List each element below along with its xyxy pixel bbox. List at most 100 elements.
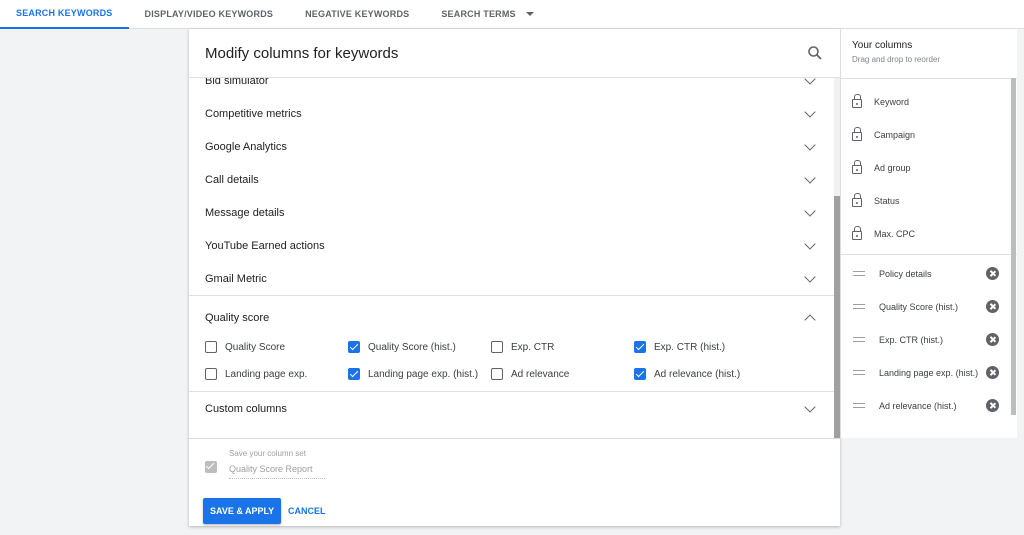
checkbox[interactable] <box>491 368 503 380</box>
remove-icon[interactable] <box>986 300 999 313</box>
search-icon[interactable] <box>806 44 824 62</box>
column-set-name-input[interactable]: Quality Score Report <box>229 464 325 479</box>
your-columns-scrollbar[interactable] <box>1011 78 1016 415</box>
option-quality-score[interactable]: Quality Score <box>205 340 348 354</box>
drag-handle-icon[interactable] <box>853 271 865 276</box>
chevron-down-icon <box>804 400 816 413</box>
option-exp-ctr-hist[interactable]: Exp. CTR (hist.) <box>634 340 777 354</box>
checkbox-checked[interactable] <box>634 341 646 353</box>
checkbox-checked[interactable] <box>348 368 360 380</box>
save-column-set: Save your column set Quality Score Repor… <box>205 449 325 479</box>
category-label: Custom columns <box>205 402 287 415</box>
category-bid-simulator[interactable]: Bid simulator <box>189 78 834 97</box>
option-ad-relevance-hist[interactable]: Ad relevance (hist.) <box>634 367 777 381</box>
column-label: Quality Score (hist.) <box>879 301 959 312</box>
chevron-up-icon <box>804 314 816 326</box>
column-label: Keyword <box>874 96 910 107</box>
category-message-details[interactable]: Message details <box>189 196 834 229</box>
option-label: Ad relevance (hist.) <box>654 368 741 380</box>
category-label: Bid simulator <box>205 78 269 87</box>
option-landing-page-exp-hist[interactable]: Landing page exp. (hist.) <box>348 367 491 381</box>
option-label: Exp. CTR (hist.) <box>654 341 726 353</box>
movable-columns: Policy details Quality Score (hist.) Exp… <box>841 255 1017 436</box>
option-label: Landing page exp. <box>225 368 308 380</box>
chevron-down-icon <box>804 237 816 250</box>
cancel-button[interactable]: CANCEL <box>288 498 326 524</box>
save-column-set-label: Save your column set <box>229 449 306 458</box>
category-call-details[interactable]: Call details <box>189 163 834 196</box>
chevron-down-icon <box>804 204 816 217</box>
your-columns-title: Your columns <box>852 40 913 51</box>
column-label: Status <box>874 195 900 206</box>
option-label: Ad relevance <box>511 368 570 380</box>
category-label: YouTube Earned actions <box>205 239 325 252</box>
option-label: Quality Score <box>225 341 286 353</box>
your-columns-panel: Your columns Drag and drop to reorder Ke… <box>840 29 1017 438</box>
tab-search-terms[interactable]: SEARCH TERMS <box>425 0 549 29</box>
save-apply-button[interactable]: SAVE & APPLY <box>203 498 282 524</box>
tab-negative-keywords[interactable]: NEGATIVE KEYWORDS <box>289 0 425 29</box>
category-label: Call details <box>205 173 259 186</box>
remove-icon[interactable] <box>986 366 999 379</box>
option-quality-score-hist[interactable]: Quality Score (hist.) <box>348 340 491 354</box>
remove-icon[interactable] <box>986 267 999 280</box>
lock-icon <box>852 193 862 207</box>
tab-search-keywords[interactable]: SEARCH KEYWORDS <box>0 0 129 29</box>
locked-column-ad-group: Ad group <box>841 151 1017 184</box>
category-gmail-metric[interactable]: Gmail Metric <box>189 262 834 295</box>
panel-header: Modify columns for keywords <box>189 29 840 78</box>
quality-score-options: Quality Score Quality Score (hist.) Exp.… <box>189 340 834 381</box>
drag-handle-icon[interactable] <box>853 403 865 408</box>
option-landing-page-exp[interactable]: Landing page exp. <box>205 367 348 381</box>
checkbox[interactable] <box>205 341 217 353</box>
lock-icon <box>852 160 862 174</box>
checkbox[interactable] <box>205 368 217 380</box>
checkbox[interactable] <box>491 341 503 353</box>
checkbox-checked[interactable] <box>348 341 360 353</box>
category-youtube-earned-actions[interactable]: YouTube Earned actions <box>189 229 834 262</box>
tab-label: DISPLAY/VIDEO KEYWORDS <box>144 9 274 19</box>
tab-display-video-keywords[interactable]: DISPLAY/VIDEO KEYWORDS <box>129 0 290 29</box>
save-column-set-checkbox[interactable] <box>205 461 217 473</box>
panel-footer: Save your column set Quality Score Repor… <box>189 438 840 526</box>
panel-title: Modify columns for keywords <box>205 44 399 62</box>
movable-column-policy-details[interactable]: Policy details <box>841 257 1017 290</box>
option-exp-ctr[interactable]: Exp. CTR <box>491 340 634 354</box>
locked-column-campaign: Campaign <box>841 118 1017 151</box>
drag-handle-icon[interactable] <box>853 370 865 375</box>
locked-columns: Keyword Campaign Ad group Status Max. CP… <box>841 79 1017 255</box>
category-google-analytics[interactable]: Google Analytics <box>189 130 834 163</box>
save-column-set-field: Save your column set Quality Score Repor… <box>229 449 325 479</box>
movable-column-landing-page-exp-hist[interactable]: Landing page exp. (hist.) <box>841 356 1017 389</box>
category-label: Message details <box>205 206 285 219</box>
category-competitive-metrics[interactable]: Competitive metrics <box>189 97 834 130</box>
chevron-down-icon <box>804 270 816 283</box>
category-quality-score[interactable]: Quality score <box>189 296 834 340</box>
remove-icon[interactable] <box>986 333 999 346</box>
movable-column-ad-relevance-hist[interactable]: Ad relevance (hist.) <box>841 389 1017 422</box>
drag-handle-icon[interactable] <box>853 337 865 342</box>
category-custom-columns[interactable]: Custom columns <box>189 392 834 425</box>
checkbox-checked[interactable] <box>634 368 646 380</box>
quality-score-section: Quality score Quality Score Quality Scor… <box>189 296 834 391</box>
column-label: Ad relevance (hist.) <box>879 400 957 411</box>
lock-icon <box>852 94 862 108</box>
your-columns-subtitle: Drag and drop to reorder <box>852 55 941 64</box>
tab-label: SEARCH TERMS <box>441 9 516 19</box>
lock-icon <box>852 127 862 141</box>
column-label: Campaign <box>874 129 916 140</box>
locked-column-status: Status <box>841 184 1017 217</box>
column-label: Max. CPC <box>874 228 916 239</box>
your-columns-header: Your columns Drag and drop to reorder <box>841 29 1017 79</box>
column-label: Policy details <box>879 268 932 279</box>
option-ad-relevance[interactable]: Ad relevance <box>491 367 634 381</box>
movable-column-quality-score-hist[interactable]: Quality Score (hist.) <box>841 290 1017 323</box>
category-label: Gmail Metric <box>205 272 267 285</box>
movable-column-exp-ctr-hist[interactable]: Exp. CTR (hist.) <box>841 323 1017 356</box>
category-label: Competitive metrics <box>205 107 302 120</box>
lock-icon <box>852 226 862 240</box>
chevron-down-icon <box>804 171 816 184</box>
drag-handle-icon[interactable] <box>853 304 865 309</box>
column-category-list: Bid simulator Competitive metrics Google… <box>189 78 834 438</box>
remove-icon[interactable] <box>986 399 999 412</box>
